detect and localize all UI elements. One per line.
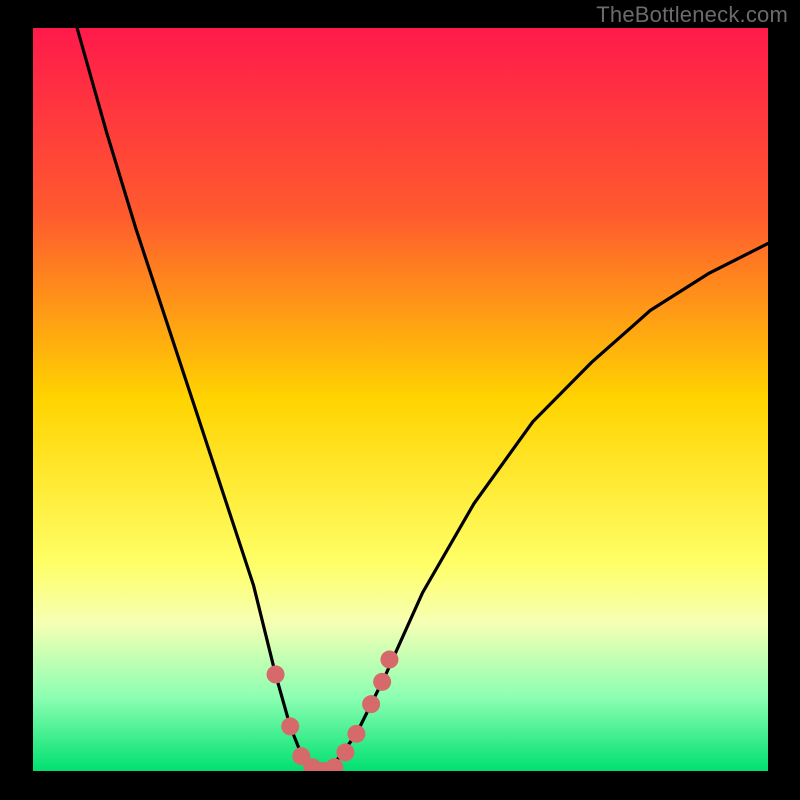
- highlight-dot: [325, 758, 343, 776]
- highlight-dot: [380, 651, 398, 669]
- highlight-dot: [336, 743, 354, 761]
- bottleneck-chart: [0, 0, 800, 800]
- chart-frame: TheBottleneck.com: [0, 0, 800, 800]
- highlight-dot: [347, 725, 365, 743]
- plot-gradient-background: [33, 28, 768, 771]
- watermark-text: TheBottleneck.com: [596, 2, 788, 28]
- highlight-dot: [373, 673, 391, 691]
- highlight-dot: [362, 695, 380, 713]
- highlight-dot: [281, 717, 299, 735]
- highlight-dot: [267, 665, 285, 683]
